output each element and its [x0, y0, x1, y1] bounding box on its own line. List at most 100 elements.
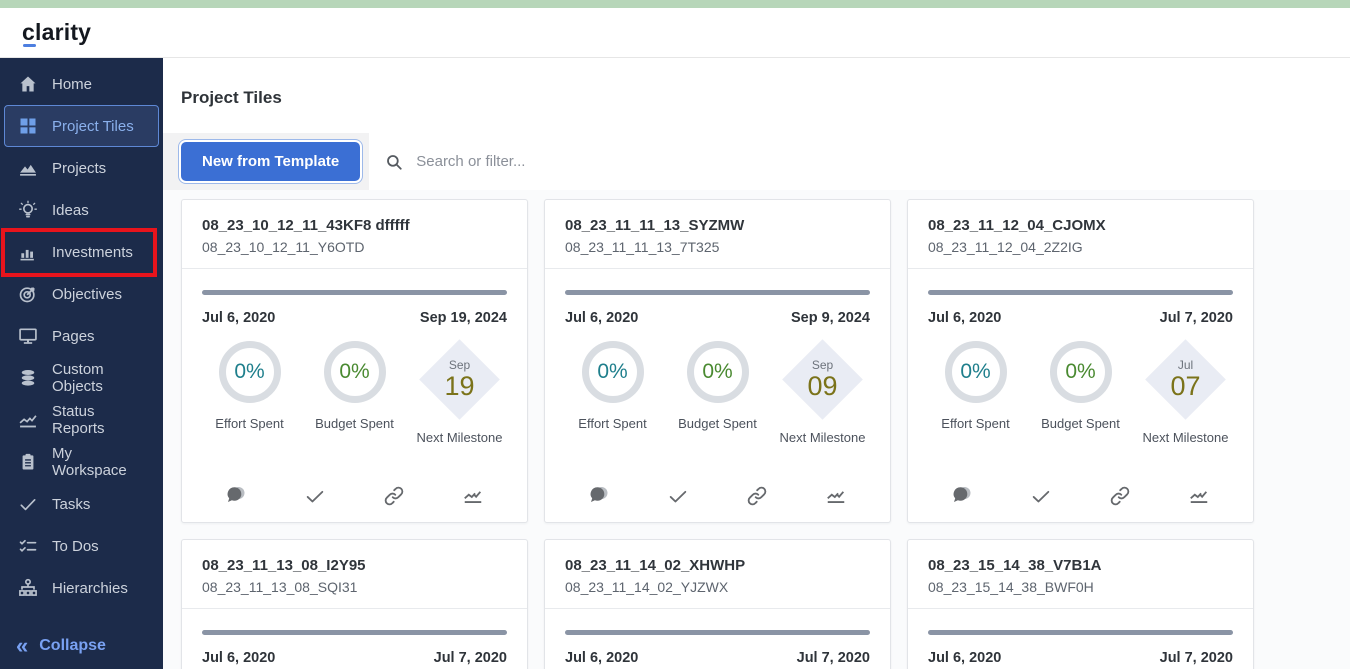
next-milestone-widget: Sep 09 Next Milestone — [775, 338, 870, 445]
sidebar-item-investments[interactable]: Investments — [1, 228, 159, 277]
sidebar-item-home[interactable]: Home — [4, 63, 159, 105]
effort-spent-widget: 0% Effort Spent — [565, 341, 660, 445]
project-card[interactable]: 08_23_10_12_11_43KF8 dfffff 08_23_10_12_… — [181, 199, 528, 523]
sidebar-item-label: My Workspace — [52, 445, 127, 479]
home-icon — [17, 73, 39, 95]
start-date: Jul 6, 2020 — [565, 310, 639, 326]
card-subtitle: 08_23_10_12_11_Y6OTD — [202, 239, 365, 255]
checklist-icon — [17, 535, 39, 557]
sidebar-item-label: Tasks — [52, 495, 91, 513]
project-card[interactable]: 08_23_11_14_02_XHWHP 08_23_11_14_02_YJZW… — [544, 539, 891, 669]
sidebar-item-label: To Dos — [52, 537, 99, 555]
clarity-logo[interactable]: clarity — [22, 19, 91, 47]
card-title[interactable]: 08_23_11_12_04_CJOMX — [928, 217, 1233, 234]
card-dates-row: Jul 6, 2020 Sep 19, 2024 — [182, 295, 527, 326]
project-card[interactable]: 08_23_11_13_08_I2Y95 08_23_11_13_08_SQI3… — [181, 539, 528, 669]
collapse-label: Collapse — [39, 637, 106, 654]
card-subtitle: 08_23_11_13_08_SQI31 — [202, 579, 358, 595]
toolbar: New from Template — [163, 133, 1350, 190]
sidebar-nav: Home Project Tiles Projects Ideas Investment… — [0, 58, 163, 669]
projects-mountain-icon — [17, 157, 39, 179]
start-date: Jul 6, 2020 — [202, 310, 276, 326]
card-title[interactable]: 08_23_15_14_38_V7B1A — [928, 557, 1233, 574]
schedule-progress-track — [908, 269, 1253, 295]
card-title[interactable]: 08_23_11_14_02_XHWHP — [565, 557, 870, 574]
search-box[interactable] — [369, 133, 1350, 190]
tasks-check-icon[interactable] — [666, 484, 690, 508]
card-header: 08_23_15_14_38_V7B1A 08_23_15_14_38_BWF0… — [908, 540, 1253, 608]
status-report-icon[interactable] — [1187, 484, 1211, 508]
project-card[interactable]: 08_23_11_12_04_CJOMX 08_23_11_12_04_2Z2I… — [907, 199, 1254, 523]
card-subtitle: 08_23_11_14_02_YJZWX — [565, 579, 729, 595]
link-icon[interactable] — [1108, 484, 1132, 508]
card-title[interactable]: 08_23_11_13_08_I2Y95 — [202, 557, 507, 574]
sidebar-item-status-reports[interactable]: Status Reports — [4, 399, 159, 441]
sidebar-item-list: Home Project Tiles Projects Ideas Investment… — [0, 63, 163, 609]
sidebar-item-custom-objects[interactable]: Custom Objects — [4, 357, 159, 399]
link-icon[interactable] — [745, 484, 769, 508]
search-input[interactable] — [416, 153, 1334, 170]
card-dates-row: Jul 6, 2020 Jul 7, 2020 — [908, 635, 1253, 666]
sidebar-collapse-button[interactable]: « Collapse — [0, 623, 163, 669]
sidebar-item-hierarchies[interactable]: Hierarchies — [4, 567, 159, 609]
card-title[interactable]: 08_23_11_11_13_SYZMW — [565, 217, 870, 234]
sidebar-item-projects[interactable]: Projects — [4, 147, 159, 189]
new-from-template-button[interactable]: New from Template — [181, 142, 361, 181]
lightbulb-icon — [17, 199, 39, 221]
check-icon — [17, 493, 39, 515]
card-metrics-row: 0% Effort Spent 0% Budget Spent Jul 07 N… — [908, 326, 1253, 445]
effort-spent-value: 0% — [597, 360, 628, 383]
effort-spent-ring: 0% — [218, 341, 281, 403]
sidebar-item-pages[interactable]: Pages — [4, 315, 159, 357]
card-title[interactable]: 08_23_10_12_11_43KF8 dfffff — [202, 217, 507, 234]
start-date: Jul 6, 2020 — [202, 650, 276, 666]
start-date: Jul 6, 2020 — [565, 650, 639, 666]
next-milestone-label: Next Milestone — [1142, 430, 1229, 445]
tasks-check-icon[interactable] — [303, 484, 327, 508]
org-chart-icon — [17, 577, 39, 599]
card-metrics-row: 0% Effort Spent 0% Budget Spent Sep 09 N… — [545, 326, 890, 445]
sidebar-item-to-dos[interactable]: To Dos — [4, 525, 159, 567]
card-dates-row: Jul 6, 2020 Jul 7, 2020 — [908, 295, 1253, 326]
effort-spent-ring: 0% — [944, 341, 1007, 403]
project-card[interactable]: 08_23_11_11_13_SYZMW 08_23_11_11_13_7T32… — [544, 199, 891, 523]
budget-spent-ring: 0% — [686, 341, 749, 403]
project-card[interactable]: 08_23_15_14_38_V7B1A 08_23_15_14_38_BWF0… — [907, 539, 1254, 669]
sidebar-item-label: Projects — [52, 159, 107, 177]
link-icon[interactable] — [382, 484, 406, 508]
start-date: Jul 6, 2020 — [928, 650, 1002, 666]
milestone-month: Sep — [811, 357, 834, 372]
budget-spent-value: 0% — [1065, 360, 1096, 383]
card-actions-row — [908, 484, 1253, 522]
budget-spent-value: 0% — [339, 360, 370, 383]
sidebar-item-ideas[interactable]: Ideas — [4, 189, 159, 231]
milestone-diamond: Jul 07 — [1145, 338, 1226, 420]
budget-spent-label: Budget Spent — [678, 416, 757, 431]
conversation-icon[interactable] — [950, 484, 974, 508]
card-subtitle: 08_23_11_12_04_2Z2IG — [928, 239, 1083, 255]
sidebar-item-objectives[interactable]: Objectives — [4, 273, 159, 315]
milestone-day: 09 — [807, 370, 838, 401]
schedule-progress-track — [182, 609, 527, 635]
search-icon — [387, 154, 402, 170]
sidebar-item-label: Hierarchies — [52, 579, 128, 597]
conversation-icon[interactable] — [224, 484, 248, 508]
sidebar-item-label: Objectives — [52, 285, 123, 303]
card-metrics-row: Effort Spent Budget Spent Next Milestone — [545, 666, 890, 669]
status-report-icon[interactable] — [461, 484, 485, 508]
main-content: Project Tiles New from Template 08_23_10… — [163, 58, 1350, 669]
target-icon — [17, 283, 39, 305]
conversation-icon[interactable] — [587, 484, 611, 508]
card-dates-row: Jul 6, 2020 Jul 7, 2020 — [182, 635, 527, 666]
effort-spent-label: Effort Spent — [941, 416, 1010, 431]
project-cards-grid: 08_23_10_12_11_43KF8 dfffff 08_23_10_12_… — [181, 199, 1350, 669]
end-date: Jul 7, 2020 — [1159, 310, 1233, 326]
tasks-check-icon[interactable] — [1029, 484, 1053, 508]
budget-spent-widget: 0% Budget Spent — [670, 341, 765, 445]
card-header: 08_23_11_12_04_CJOMX 08_23_11_12_04_2Z2I… — [908, 200, 1253, 268]
status-report-icon[interactable] — [824, 484, 848, 508]
sidebar-item-project-tiles[interactable]: Project Tiles — [4, 105, 159, 147]
sidebar-item-my-workspace[interactable]: My Workspace — [4, 441, 159, 483]
sidebar-item-tasks[interactable]: Tasks — [4, 483, 159, 525]
